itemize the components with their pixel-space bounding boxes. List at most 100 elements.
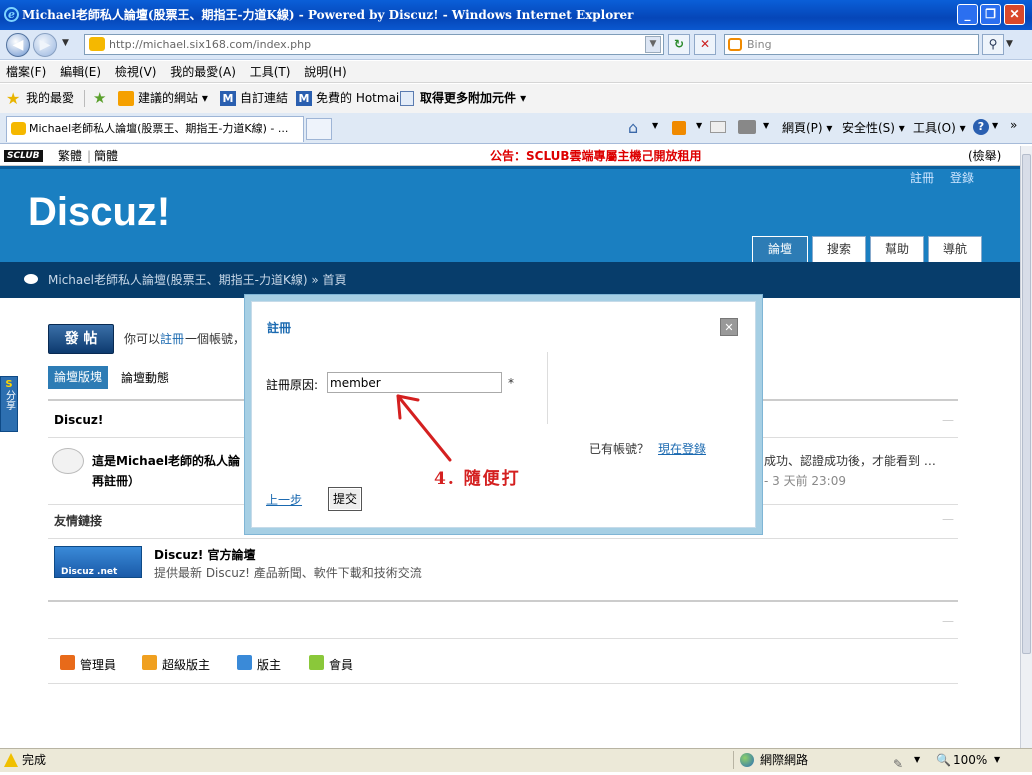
safety-menu[interactable]: 安全性(S) ▾ [842,119,905,136]
scrollbar-thumb[interactable] [1022,154,1031,654]
tools-menu[interactable]: 工具(O) ▾ [913,119,966,136]
divider [48,600,958,602]
home-dropdown-icon[interactable]: ▼ [652,121,658,130]
browser-tab[interactable]: Michael老師私人論壇(股票王、期指王-力道K線) - ... [6,116,304,142]
divider [48,683,958,684]
menu-view[interactable]: 檢視(V) [115,65,157,79]
fav-suggested-sites[interactable]: 建議的網站 ▾ [138,84,208,113]
add-favorite-icon[interactable]: ★ [93,84,106,113]
mail-icon[interactable] [710,121,726,133]
breadcrumb[interactable]: Michael老師私人論壇(股票王、期指王-力道K線) » 首頁 [48,262,347,298]
print-dropdown-icon[interactable]: ▼ [763,121,769,130]
status-text: 完成 [22,753,47,767]
collapse-icon[interactable]: — [942,413,954,427]
window-title: Michael老師私人論壇(股票王、期指王-力道K線) - Powered by… [22,8,634,22]
menu-help[interactable]: 說明(H) [304,65,346,79]
history-dropdown-icon[interactable]: ▼ [62,38,69,48]
fav-hotmail[interactable]: 免費的 Hotmail [316,84,403,113]
required-mark: * [508,376,514,390]
dialog-close-button[interactable]: ✕ [720,318,738,336]
fav-addons[interactable]: 取得更多附加元件 ▾ [420,84,526,113]
report-link[interactable]: (檢舉) [968,146,1001,166]
zoom-dropdown-icon[interactable]: ▼ [994,749,1000,771]
stop-icon[interactable]: ✕ [694,34,716,55]
forum-title-cont[interactable]: 再註冊） [92,472,140,489]
friend-link-name[interactable]: Discuz! 官方論壇 [154,546,256,563]
sclub-logo[interactable]: SCLUB [4,150,43,162]
mod-user-icon [237,655,252,670]
minimize-button[interactable]: _ [957,4,978,25]
info-register-link[interactable]: 註冊 [160,330,184,347]
header-register-link[interactable]: 註冊 [910,169,934,186]
close-window-button[interactable]: ✕ [1004,4,1025,25]
collapse-icon[interactable]: — [942,512,954,526]
menu-tools[interactable]: 工具(T) [250,65,291,79]
forum-last-post-time[interactable]: - 3 天前 23:09 [764,472,846,489]
lang-simplified-link[interactable]: 簡體 [94,146,118,166]
nav-search-tab[interactable]: 搜索 [812,236,866,262]
url-text: http://michael.six168.com/index.php [109,38,312,51]
login-now-link[interactable]: 現在登錄 [658,440,706,457]
submit-button[interactable]: 提交 [328,487,362,511]
help-dropdown-icon[interactable]: ▼ [992,121,998,130]
bing-icon [728,38,742,51]
collapse-icon[interactable]: — [942,614,954,628]
rss-dropdown-icon[interactable]: ▼ [696,121,702,130]
refresh-icon[interactable]: ↻ [668,34,690,55]
tab-forum-activity[interactable]: 論壇動態 [121,369,169,386]
home-icon[interactable]: ⌂ [628,118,638,137]
section-title[interactable]: Discuz! [54,413,103,427]
discuz-logo[interactable]: Discuz! [28,190,170,235]
menu-edit[interactable]: 編輯(E) [60,65,101,79]
divider [48,538,958,539]
new-post-button[interactable]: 發 帖 [48,324,114,354]
lang-separator: | [87,149,92,163]
menu-file[interactable]: 檔案(F) [6,65,46,79]
speech-bubble-icon [24,274,38,284]
search-input[interactable]: Bing [724,34,979,55]
nav-forum-tab[interactable]: 論壇 [752,236,808,262]
member-user-icon [309,655,324,670]
legend-admin: 管理員 [80,658,117,672]
url-dropdown-icon[interactable]: ▼ [645,36,661,53]
admin-user-icon [60,655,75,670]
back-button[interactable]: ◀ [6,33,30,57]
zoom-level[interactable]: 100% [953,749,987,771]
header-login-link[interactable]: 登錄 [950,169,974,186]
site-favicon-icon [89,37,105,51]
nav-help-tab[interactable]: 幫助 [870,236,924,262]
protected-dropdown-icon[interactable]: ▼ [914,749,920,771]
search-icon[interactable]: ⚲ [982,34,1004,55]
search-options-icon[interactable]: ▼ [1006,34,1020,55]
help-icon[interactable]: ? [973,119,989,135]
prev-step-link[interactable]: 上一步 [266,491,302,508]
page-menu[interactable]: 網頁(P) ▾ [782,119,832,136]
announcement[interactable]: 公告：SCLUB雲端專屬主機己開放租用 [490,146,702,166]
share-side-tab[interactable]: S 分享 [0,376,18,432]
share-logo-icon: S [5,379,13,390]
status-divider [733,751,734,769]
url-input[interactable]: http://michael.six168.com/index.php ▼ [84,34,664,55]
discuz-net-badge[interactable]: Discuz .net [54,546,142,578]
suggested-sites-icon [118,91,134,106]
tab-title: Michael老師私人論壇(股票王、期指王-力道K線) - ... [29,122,289,135]
fav-custom-links[interactable]: 自訂連結 [240,84,288,113]
more-icon[interactable]: » [1010,118,1017,132]
new-tab-button[interactable] [306,118,332,140]
nav-navigate-tab[interactable]: 導航 [928,236,982,262]
print-icon[interactable] [738,120,756,134]
tab-forum-sections[interactable]: 論壇版塊 [48,366,108,389]
forward-button[interactable]: ▶ [33,33,57,57]
maximize-button[interactable]: ❐ [980,4,1001,25]
vertical-scrollbar[interactable] [1020,146,1032,748]
rss-icon[interactable] [672,121,686,135]
msn-icon: M [296,91,312,106]
lang-traditional-link[interactable]: 繁體 [58,146,82,166]
favorites-button[interactable]: 我的最愛 [26,84,74,113]
legend-mod: 版主 [257,658,282,672]
forum-title[interactable]: 這是Michael老師的私人論 [92,452,240,469]
reason-label: 註冊原因: [266,378,319,392]
search-placeholder: Bing [747,38,772,51]
dialog-title: 註冊 [267,321,292,335]
menu-favorites[interactable]: 我的最愛(A) [170,65,236,79]
